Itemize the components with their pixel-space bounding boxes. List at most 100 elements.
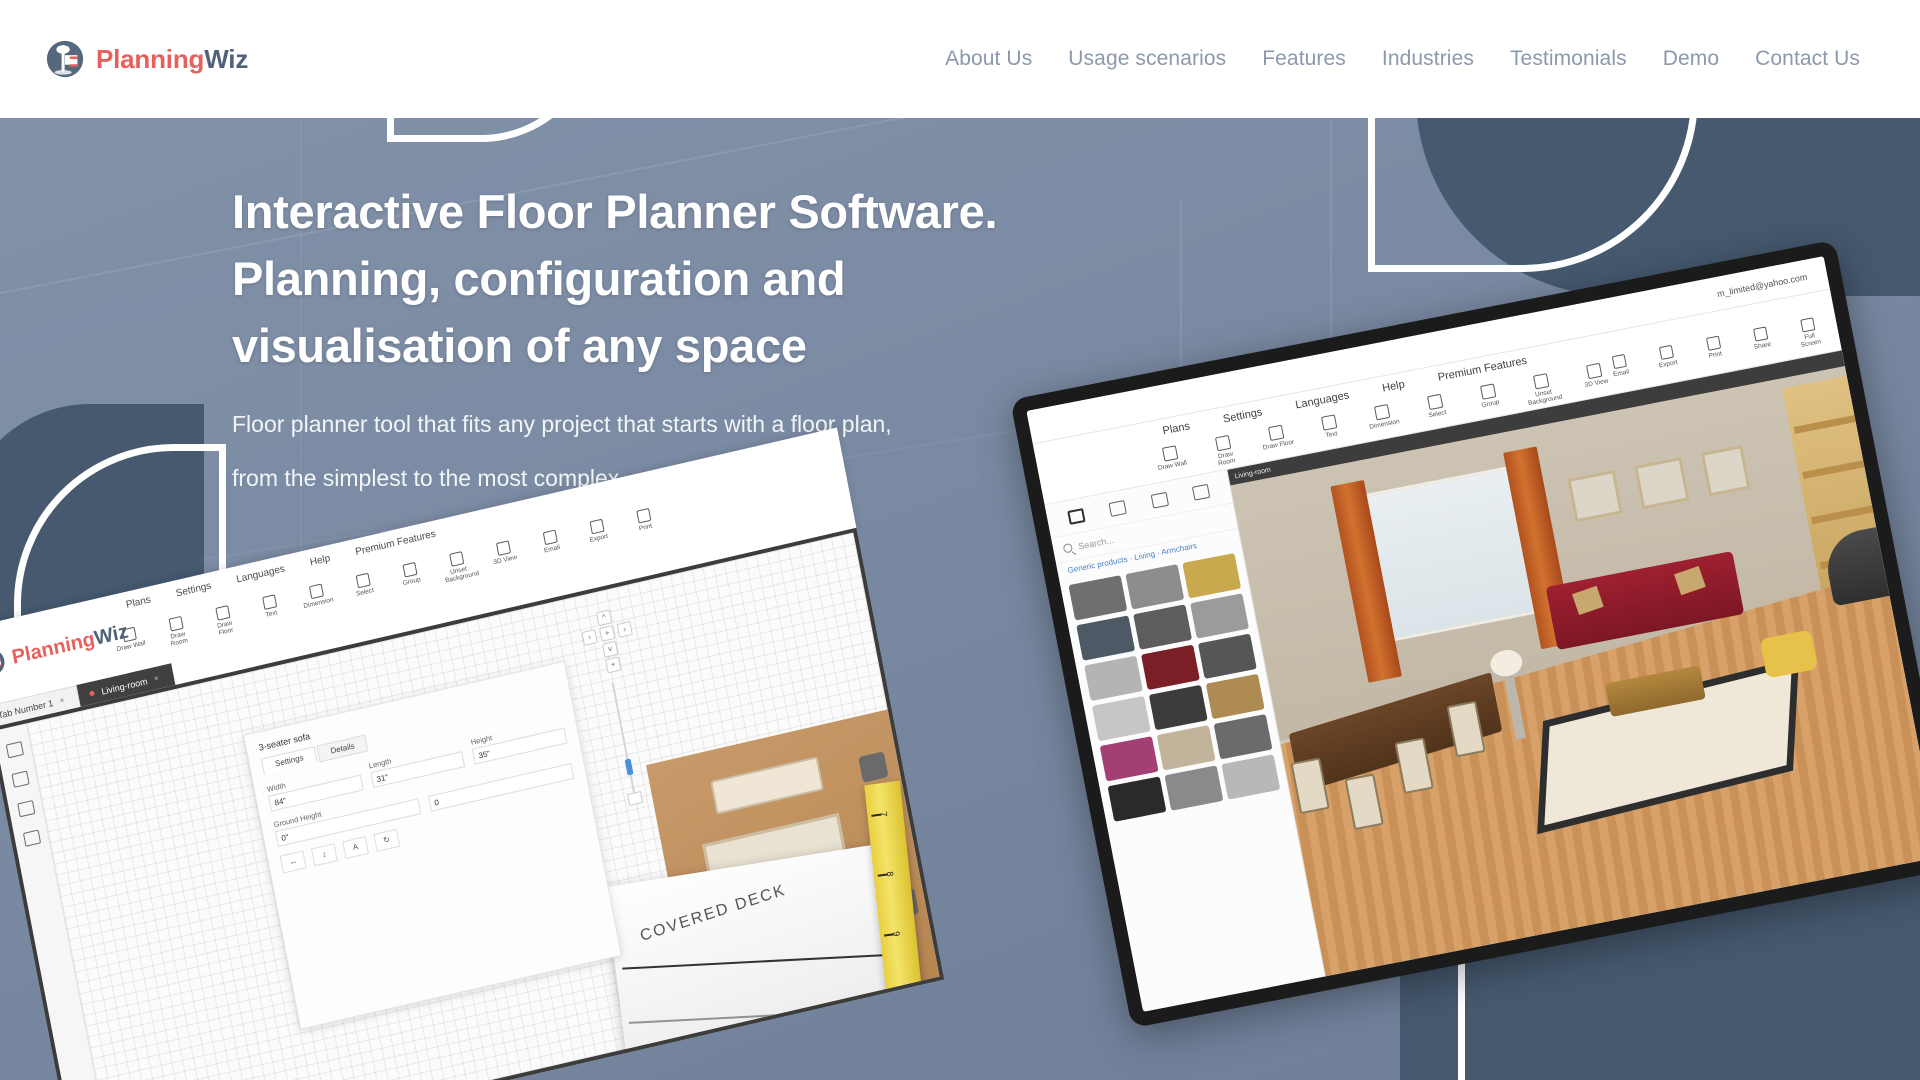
select-icon	[1426, 393, 1444, 411]
settings-icon[interactable]	[22, 829, 41, 847]
layers-icon[interactable]	[10, 770, 30, 788]
nav-item-industries[interactable]: Industries	[1382, 47, 1474, 71]
tab-details[interactable]: Details	[316, 734, 369, 763]
menu-item[interactable]: Help	[309, 553, 331, 568]
list-view-icon[interactable]	[1191, 483, 1211, 501]
catalog-thumbnail[interactable]	[1084, 655, 1143, 702]
text-icon	[261, 594, 277, 611]
site-header: PlanningWiz About Us Usage scenarios Fea…	[0, 0, 1920, 118]
zoom-minus-button[interactable]	[627, 790, 644, 806]
tool-select[interactable]: Select	[1417, 392, 1456, 428]
tool-text[interactable]: Text	[253, 592, 288, 627]
align-button[interactable]: A	[342, 836, 369, 860]
rooms-tab-icon[interactable]	[1150, 491, 1169, 509]
catalog-thumbnail[interactable]	[1148, 684, 1208, 731]
planningwiz-logo-icon	[44, 38, 86, 80]
catalog-thumbnail[interactable]	[1076, 615, 1136, 661]
tool-unset-background[interactable]: Unset Background	[1523, 371, 1563, 407]
close-icon[interactable]: ×	[59, 695, 65, 705]
fit-zoom-button[interactable]: +	[605, 656, 622, 674]
materials-icon[interactable]	[16, 800, 35, 818]
catalog-icon[interactable]	[5, 741, 24, 759]
nav-item-testimonials[interactable]: Testimonials	[1510, 47, 1627, 71]
brand-logo[interactable]: PlanningWiz	[44, 38, 248, 80]
catalog-thumbnail[interactable]	[1197, 633, 1257, 679]
menu-item[interactable]: Settings	[175, 580, 212, 599]
nav-item-demo[interactable]: Demo	[1663, 47, 1719, 71]
catalog-thumbnail[interactable]	[1205, 673, 1265, 720]
nav-item-about-us[interactable]: About Us	[945, 47, 1032, 71]
unset-background-icon	[448, 551, 464, 567]
tool-draw-wall[interactable]: Draw Wall	[113, 625, 148, 660]
tool-draw-room[interactable]: Draw Room	[160, 614, 195, 649]
tool-draw-wall[interactable]: Draw Wall	[1152, 443, 1191, 479]
print-icon	[1705, 335, 1721, 351]
hero-subtitle-line-2: from the simplest to the most complex.	[232, 465, 626, 491]
catalog-thumbnail[interactable]	[1107, 776, 1167, 822]
zoom-slider[interactable]	[611, 682, 644, 806]
menu-item-settings[interactable]: Settings	[1222, 406, 1263, 425]
nav-item-contact-us[interactable]: Contact Us	[1755, 47, 1860, 71]
brand-name-primary: Planning	[96, 43, 205, 74]
object-properties-panel[interactable]: 3-seater sofa Settings Details Width Len…	[243, 660, 622, 1030]
menu-item-help[interactable]: Help	[1381, 379, 1405, 395]
tool-group[interactable]: Group	[394, 560, 429, 595]
catalog-thumbnail[interactable]	[1091, 695, 1151, 742]
catalog-thumbnail[interactable]	[1099, 736, 1159, 782]
catalog-thumbnail[interactable]	[1125, 564, 1185, 610]
pan-down-button[interactable]: v	[602, 640, 619, 658]
wall-picture-frame	[1567, 469, 1623, 523]
tool-email[interactable]: Email	[1603, 352, 1638, 386]
tool-export[interactable]: Export	[581, 517, 616, 552]
tool-export[interactable]: Export	[1650, 343, 1685, 377]
catalog-thumbnail[interactable]	[1133, 604, 1193, 650]
rotate-button[interactable]: ↻	[373, 828, 401, 852]
group-icon	[1479, 383, 1497, 400]
nav-item-features[interactable]: Features	[1262, 47, 1346, 71]
close-icon[interactable]: ×	[153, 674, 159, 684]
catalog-thumbnail[interactable]	[1221, 754, 1281, 800]
zoom-slider-handle[interactable]	[624, 758, 634, 776]
catalog-thumbnail[interactable]	[1182, 553, 1242, 599]
tool-print[interactable]: Print	[627, 506, 662, 541]
pan-right-button[interactable]: ›	[616, 621, 633, 638]
tool-draw-floor[interactable]: Draw Floor	[1258, 423, 1297, 459]
pan-center-button[interactable]: +	[599, 625, 616, 642]
layers-tab-icon[interactable]	[1108, 499, 1128, 517]
tool-email[interactable]: Email	[534, 528, 569, 563]
tool-3d-view[interactable]: 3D View	[487, 538, 522, 573]
tool-full-screen[interactable]: Full Screen	[1791, 316, 1826, 350]
catalog-thumbnail[interactable]	[1213, 713, 1273, 760]
pan-controls[interactable]: ^ ‹ + › v +	[576, 604, 642, 676]
hero-subtitle-line-1: Floor planner tool that fits any project…	[232, 411, 892, 437]
catalog-thumbnail[interactable]	[1141, 644, 1200, 691]
menu-item[interactable]: Plans	[125, 594, 151, 610]
tool-share[interactable]: Share	[1744, 325, 1779, 359]
blueprint-line	[622, 953, 891, 970]
tool-draw-floor[interactable]: Draw Floor	[207, 603, 242, 638]
tool-group[interactable]: Group	[1470, 381, 1509, 417]
nav-item-usage-scenarios[interactable]: Usage scenarios	[1068, 47, 1226, 71]
wall-picture-frame	[1700, 445, 1751, 497]
draw-floor-icon	[214, 605, 230, 621]
catalog-thumbnail[interactable]	[1156, 725, 1216, 771]
catalog-thumbnail[interactable]	[1190, 593, 1250, 639]
menu-item[interactable]: Languages	[235, 563, 285, 585]
catalog-thumbnail[interactable]	[1068, 575, 1128, 621]
pan-left-button[interactable]: ‹	[581, 629, 598, 647]
products-tab-icon[interactable]	[1067, 507, 1086, 525]
flip-horizontal-button[interactable]: ↔	[279, 850, 307, 874]
flip-vertical-button[interactable]: ↕	[310, 843, 338, 867]
tool-select[interactable]: Select	[347, 571, 382, 606]
tool-dimension[interactable]: Dimension	[300, 582, 335, 617]
tool-unset-background[interactable]: Unset Background	[440, 549, 480, 585]
catalog-thumbnail[interactable]	[1164, 765, 1224, 811]
tab-settings[interactable]: Settings	[260, 746, 318, 776]
tool-dimension[interactable]: Dimension	[1364, 402, 1403, 438]
menu-item-plans[interactable]: Plans	[1162, 420, 1191, 437]
pan-up-button[interactable]: ^	[595, 609, 613, 627]
tool-draw-room[interactable]: Draw Room	[1205, 433, 1244, 469]
tool-text[interactable]: Text	[1311, 412, 1350, 448]
menu-item-languages[interactable]: Languages	[1294, 389, 1350, 411]
tool-print[interactable]: Print	[1697, 334, 1732, 368]
